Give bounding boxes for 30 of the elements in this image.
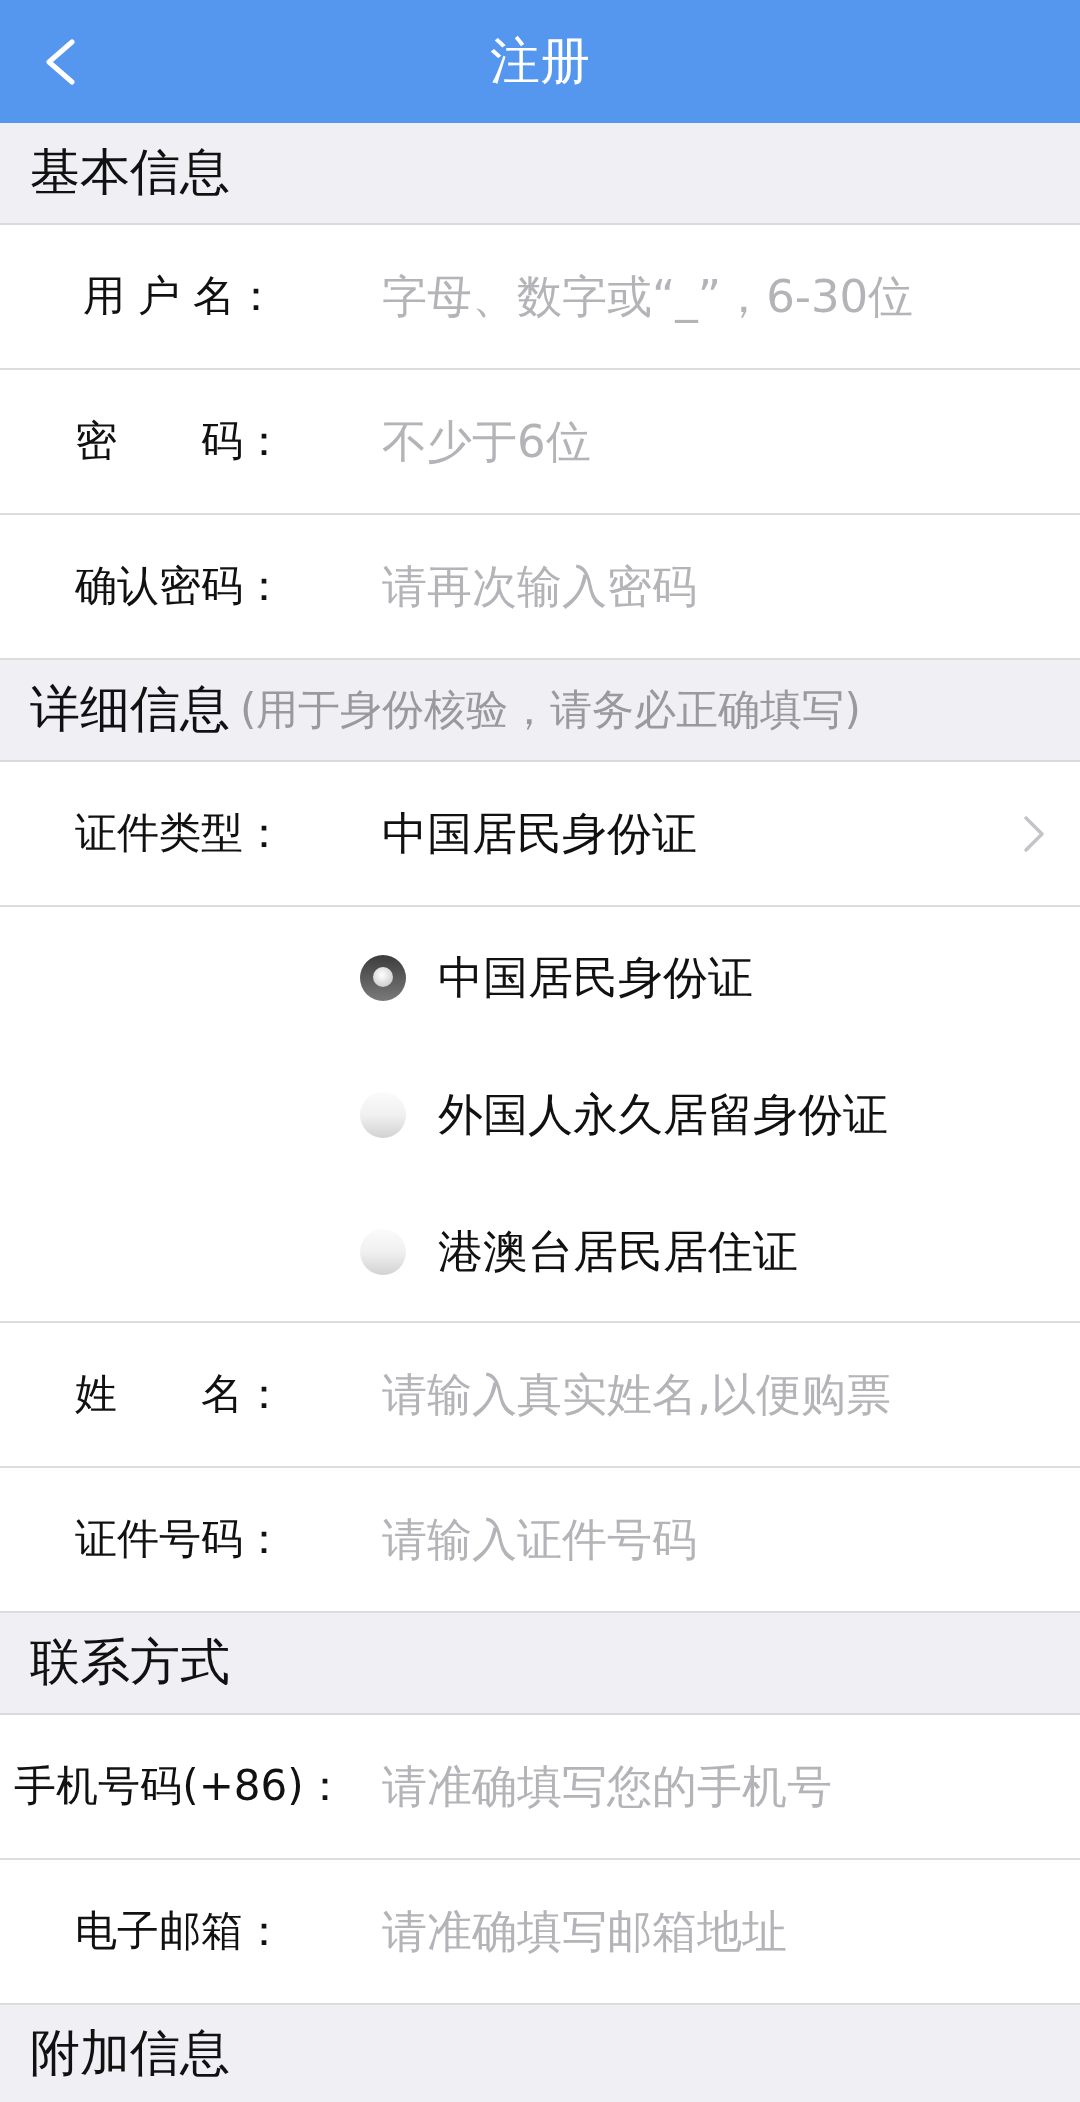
field-label: 证件类型： xyxy=(75,808,285,858)
section-title: 详细信息 xyxy=(30,681,230,739)
chevron-right-icon[interactable] xyxy=(1023,814,1045,853)
radio-icon[interactable] xyxy=(360,954,406,1001)
field-label: 姓 名： xyxy=(75,1369,285,1419)
page-title: 注册 xyxy=(490,34,590,89)
input-field[interactable]: 请准确填写您的手机号 xyxy=(382,1759,1050,1814)
section-note: (用于身份核验，请务必正确填写) xyxy=(240,685,861,735)
section-title: 附加信息 xyxy=(30,2024,230,2083)
radio-option[interactable]: 中国居民身份证 xyxy=(360,909,753,1047)
radio-option[interactable]: 港澳台居民居住证 xyxy=(360,1183,798,1321)
section-title: 基本信息 xyxy=(30,144,230,202)
radio-option[interactable]: 外国人永久居留身份证 xyxy=(360,1046,888,1184)
field-label: 确认密码： xyxy=(75,561,285,611)
field-label: 密 码： xyxy=(75,416,285,466)
field-label: 用 户 名： xyxy=(82,271,278,321)
field-label: 电子邮箱： xyxy=(75,1906,285,1956)
field-label: 手机号码(+86)： xyxy=(14,1761,346,1811)
input-field[interactable]: 字母、数字或“_”，6-30位 xyxy=(382,269,1050,324)
input-field[interactable]: 请输入真实姓名,以便购票 xyxy=(382,1367,1050,1422)
input-field[interactable]: 请输入证件号码 xyxy=(382,1512,1050,1567)
input-field[interactable]: 请准确填写邮箱地址 xyxy=(382,1904,1050,1959)
radio-icon[interactable] xyxy=(360,1229,406,1276)
select-value[interactable]: 中国居民身份证 xyxy=(382,807,697,860)
input-field[interactable]: 不少于6位 xyxy=(382,414,1050,469)
back-icon[interactable] xyxy=(44,38,76,85)
section-title: 联系方式 xyxy=(30,1634,230,1692)
radio-icon[interactable] xyxy=(360,1092,406,1138)
field-label: 证件号码： xyxy=(75,1514,285,1564)
input-field[interactable]: 请再次输入密码 xyxy=(382,559,1050,614)
